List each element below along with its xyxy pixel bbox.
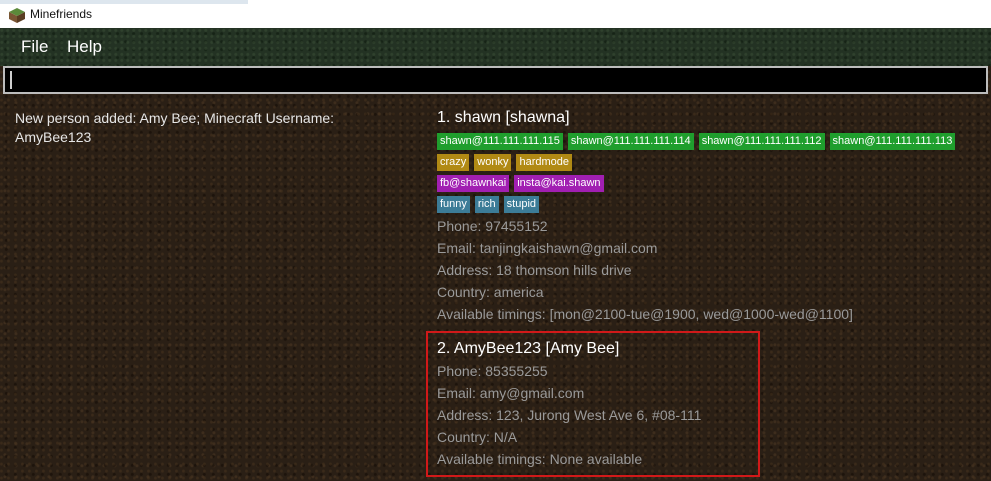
- tag: fb@shawnkai: [437, 175, 510, 192]
- title-bar-accent: [0, 0, 248, 4]
- person-timings: Available timings: [mon@2100-tue@1900, w…: [437, 306, 853, 322]
- tag: rich: [474, 196, 499, 213]
- main-window: File Help New person added: Amy Bee; Min…: [0, 28, 991, 481]
- window-title: Minefriends: [30, 7, 93, 21]
- person-address: Address: 18 thomson hills drive: [437, 262, 632, 278]
- tag: funny: [437, 196, 470, 213]
- tag: shawn@111.111.111.115: [437, 133, 563, 150]
- tag: crazy: [437, 154, 470, 171]
- person-phone: Phone: 97455152: [437, 218, 548, 234]
- person-card-1[interactable]: 1. shawn [shawna] shawn@111.111.111.115 …: [437, 109, 956, 325]
- tag-row-socials: fb@shawnkai insta@kai.shawn: [437, 175, 955, 192]
- tag: shawn@111.111.111.113: [829, 133, 956, 150]
- tag: shawn@111.111.111.114: [567, 133, 694, 150]
- tag: insta@kai.shawn: [514, 175, 604, 192]
- person-name: 1. shawn [shawna]: [437, 109, 570, 126]
- tag: wonky: [474, 154, 512, 171]
- selection-highlight: [426, 331, 760, 477]
- tag: hardmode: [516, 154, 573, 171]
- person-country: Country: america: [437, 284, 544, 300]
- person-email: Email: tanjingkaishawn@gmail.com: [437, 240, 658, 256]
- title-bar: Minefriends: [0, 0, 991, 28]
- tag: stupid: [503, 196, 540, 213]
- result-display: New person added: Amy Bee; Minecraft Use…: [15, 110, 335, 145]
- tag-row-ip: shawn@111.111.111.115 shawn@111.111.111.…: [437, 133, 956, 150]
- menu-file[interactable]: File: [21, 37, 48, 57]
- grass-block-icon: [9, 8, 25, 23]
- tag-row-traits: crazy wonky hardmode: [437, 154, 955, 171]
- menu-help[interactable]: Help: [67, 37, 102, 57]
- tag: shawn@111.111.111.112: [698, 133, 825, 150]
- tag-row-misc: funny rich stupid: [437, 196, 955, 213]
